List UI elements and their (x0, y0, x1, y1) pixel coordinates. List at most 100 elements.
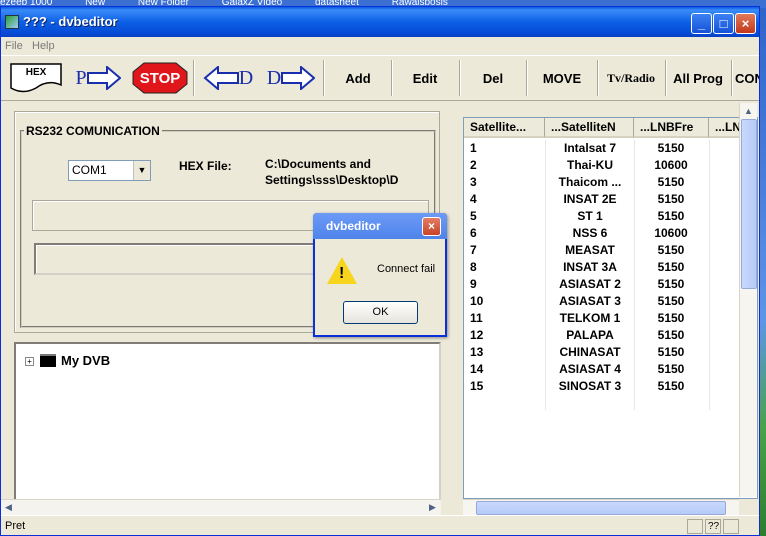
toolbar-separator (391, 60, 393, 96)
arrow-left-icon (203, 66, 239, 90)
table-row[interactable]: 9 ASIASAT 2 5150 (464, 276, 740, 293)
hex-path-line: Settings\sss\Desktop\D (265, 173, 399, 187)
stop-button[interactable]: STOP (131, 60, 189, 96)
table-row[interactable]: 13 CHINASAT 5150 (464, 344, 740, 361)
table-row[interactable]: 8 INSAT 3A 5150 (464, 259, 740, 276)
scroll-thumb[interactable] (476, 501, 726, 515)
menu-bar: File Help (1, 37, 759, 55)
table-body: 1 Intalsat 7 5150 2 Thai-KU 10600 3 Thaicom ...… (464, 140, 740, 395)
menu-help[interactable]: Help (32, 40, 55, 52)
tree-horizontal-scrollbar[interactable]: ◀ ▶ (1, 499, 441, 515)
close-button[interactable]: × (735, 13, 756, 34)
hex-file-path: C:\Documents and Settings\sss\Desktop\D (265, 156, 425, 188)
column-header[interactable]: ...LNBFre (634, 118, 709, 138)
table-cell: 5150 (657, 311, 685, 325)
table-cell: 5150 (657, 260, 685, 274)
app-icon[interactable] (5, 15, 19, 29)
table-row[interactable]: 2 Thai-KU 10600 (464, 157, 740, 174)
edit-button[interactable]: Edit (395, 60, 455, 96)
table-row[interactable]: 4 INSAT 2E 5150 (464, 191, 740, 208)
table-cell: MEASAT (565, 243, 615, 257)
table-cell: PALAPA (566, 328, 614, 342)
table-cell: ASIASAT 4 (559, 362, 621, 376)
con-button[interactable]: CON (735, 60, 759, 96)
hex-file-label: HEX File: (179, 159, 232, 173)
table-cell: 5150 (657, 379, 685, 393)
dialog-close-button[interactable]: × (422, 217, 441, 236)
warning-mark: ! (339, 265, 345, 282)
title-bar[interactable]: ??? - dvbeditor _ □ × (1, 7, 759, 37)
table-cell: 13 (470, 345, 484, 359)
ok-button[interactable]: OK (343, 301, 418, 324)
toolbar-separator (193, 60, 195, 96)
toolbar-separator (665, 60, 667, 96)
table-cell: 5 (470, 209, 477, 223)
table-row[interactable]: 15 SINOSAT 3 5150 (464, 378, 740, 395)
table-cell: 5150 (657, 294, 685, 308)
table-cell: 10 (470, 294, 484, 308)
table-cell: 2 (470, 158, 477, 172)
table-vertical-scrollbar[interactable]: ▲ (739, 103, 757, 497)
satellite-table: Satellite... ...SatelliteN ...LNBFre ...… (463, 117, 758, 499)
table-row[interactable]: 5 ST 1 5150 (464, 208, 740, 225)
table-row[interactable]: 11 TELKOM 1 5150 (464, 310, 740, 327)
p-label: P (75, 66, 87, 89)
minimize-button[interactable]: _ (691, 13, 712, 34)
hex-button[interactable]: HEX (7, 60, 65, 96)
table-cell: NSS 6 (572, 226, 608, 240)
maximize-button[interactable]: □ (713, 13, 734, 34)
dialog-message: Connect fail (377, 263, 436, 275)
table-cell: 14 (470, 362, 484, 376)
table-cell: INSAT 2E (563, 192, 617, 206)
com-port-select[interactable]: COM1 ▼ (68, 160, 151, 181)
toolbar-separator (323, 60, 325, 96)
toolbar-separator (459, 60, 461, 96)
toolbar: HEX P STOP D D Add Edit Del MOVE Tv/Radi… (1, 55, 759, 101)
add-button[interactable]: Add (328, 60, 388, 96)
table-row[interactable]: 6 NSS 6 10600 (464, 225, 740, 242)
channel-tree[interactable]: + My DVB (14, 342, 441, 502)
status-bar: Pret ?? (1, 515, 759, 535)
column-header[interactable]: ...SatelliteN (545, 118, 634, 138)
move-button[interactable]: MOVE (531, 60, 593, 96)
tv-radio-button[interactable]: Tv/Radio (601, 60, 661, 96)
scroll-left-icon[interactable]: ◀ (5, 502, 12, 513)
d-right-label: D (266, 66, 282, 89)
table-cell: 3 (470, 175, 477, 189)
table-cell: 5150 (657, 328, 685, 342)
del-button[interactable]: Del (463, 60, 523, 96)
table-cell: 5150 (657, 362, 685, 376)
d-receive-button[interactable]: D (199, 60, 257, 96)
hex-path-line: C:\Documents and (265, 157, 372, 171)
all-prog-button[interactable]: All Prog (669, 60, 727, 96)
tree-node-my-dvb[interactable]: My DVB (61, 353, 110, 368)
scroll-up-icon[interactable]: ▲ (744, 106, 753, 116)
d-send-button[interactable]: D (261, 60, 321, 96)
table-row[interactable]: 10 ASIASAT 3 5150 (464, 293, 740, 310)
tree-expander[interactable]: + (25, 357, 34, 366)
table-row[interactable]: 7 MEASAT 5150 (464, 242, 740, 259)
column-header[interactable]: Satellite... (464, 118, 545, 138)
arrow-right-icon (86, 66, 121, 90)
toolbar-separator (731, 60, 733, 96)
rs232-legend: RS232 COMUNICATION (26, 124, 160, 138)
table-cell: ASIASAT 2 (559, 277, 621, 291)
table-row[interactable]: 1 Intalsat 7 5150 (464, 140, 740, 157)
table-cell: ST 1 (577, 209, 603, 223)
table-cell: Intalsat 7 (563, 141, 617, 155)
table-cell: 5150 (657, 192, 685, 206)
scroll-right-icon[interactable]: ▶ (429, 502, 436, 513)
table-row[interactable]: 3 Thaicom ... 5150 (464, 174, 740, 191)
chevron-down-icon[interactable]: ▼ (133, 161, 150, 180)
menu-file[interactable]: File (5, 40, 23, 52)
status-text: Pret (5, 520, 26, 532)
table-cell: Thai-KU (567, 158, 613, 172)
scroll-thumb[interactable] (741, 119, 757, 289)
table-cell: 10600 (654, 158, 688, 172)
table-cell: 1 (470, 141, 477, 155)
p-send-button[interactable]: P (69, 60, 127, 96)
table-cell: 6 (470, 226, 477, 240)
table-horizontal-scrollbar[interactable] (463, 499, 739, 515)
table-row[interactable]: 14 ASIASAT 4 5150 (464, 361, 740, 378)
table-row[interactable]: 12 PALAPA 5150 (464, 327, 740, 344)
